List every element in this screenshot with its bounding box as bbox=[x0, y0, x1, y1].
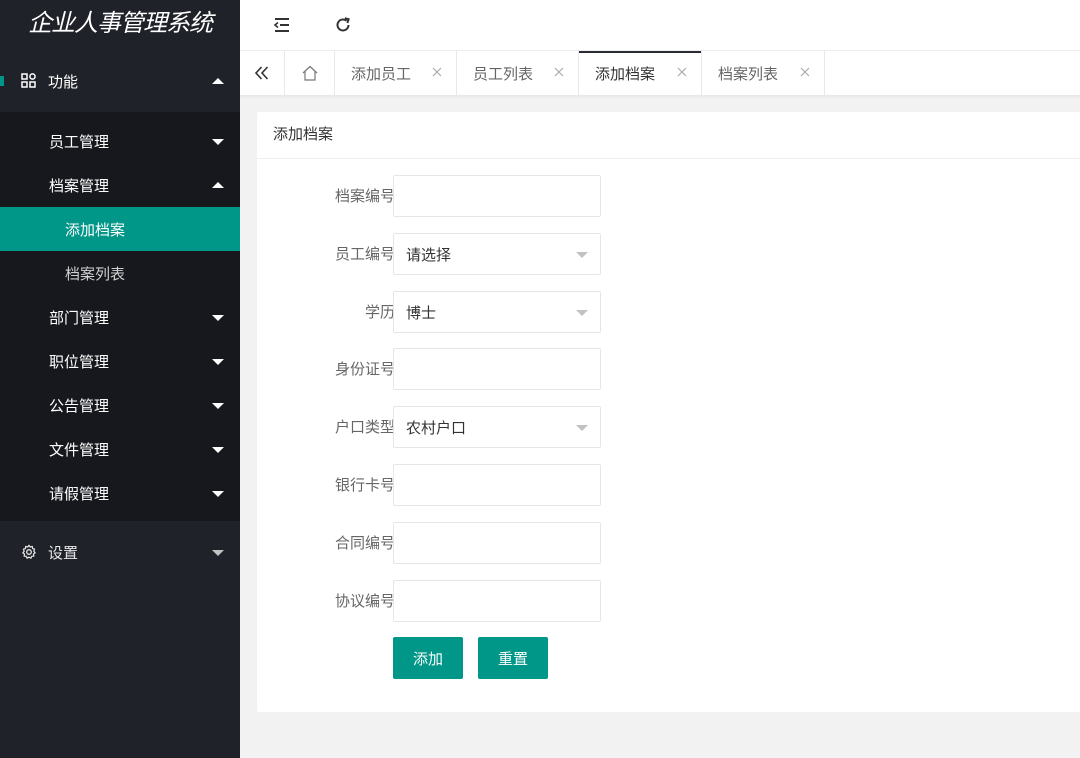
add-archive-card: 添加档案 档案编号 员工编号 请选择 学历 博士 身份证号 户口类型 农村户口 … bbox=[257, 112, 1080, 712]
menu-group-function-label: 功能 bbox=[48, 72, 79, 91]
agreement-no-input[interactable] bbox=[393, 580, 601, 622]
close-icon[interactable] bbox=[552, 65, 566, 79]
caret-up-icon bbox=[212, 78, 224, 84]
field-label: 学历 bbox=[364, 303, 395, 321]
chevron-down-icon bbox=[576, 252, 588, 258]
caret-down-icon bbox=[212, 139, 224, 145]
collapse-menu-icon[interactable] bbox=[269, 12, 295, 38]
menu-group-function[interactable]: 功能 bbox=[0, 50, 240, 112]
caret-down-icon bbox=[212, 491, 224, 497]
sidebar-item-label: 员工管理 bbox=[49, 132, 110, 151]
sidebar-item-leave[interactable]: 请假管理 bbox=[0, 471, 240, 515]
close-icon[interactable] bbox=[798, 65, 812, 79]
sidebar-item-label: 部门管理 bbox=[49, 308, 110, 327]
field-label: 银行卡号 bbox=[334, 476, 395, 494]
tab-add-archive[interactable]: 添加档案 bbox=[579, 51, 702, 95]
form-row-household-type: 户口类型 农村户口 bbox=[257, 406, 657, 448]
bank-card-input[interactable] bbox=[393, 464, 601, 506]
form-row-agreement-no: 协议编号 bbox=[257, 580, 657, 622]
caret-down-icon bbox=[212, 315, 224, 321]
form-row-archive-no: 档案编号 bbox=[257, 175, 657, 217]
field-label: 员工编号 bbox=[334, 245, 395, 263]
menu-group-settings[interactable]: 设置 bbox=[0, 521, 240, 583]
caret-up-icon bbox=[212, 182, 224, 188]
form-row-employee-no: 员工编号 请选择 bbox=[257, 233, 657, 275]
tabs-scroll-left-icon[interactable] bbox=[240, 51, 285, 95]
app-logo-title: 企业人事管理系统 bbox=[0, 0, 240, 50]
tab-archive-list[interactable]: 档案列表 bbox=[702, 51, 825, 95]
group-marker bbox=[0, 76, 4, 86]
caret-down-icon bbox=[212, 359, 224, 365]
apps-icon bbox=[20, 73, 38, 89]
caret-down-icon bbox=[212, 550, 224, 556]
card-title: 添加档案 bbox=[257, 112, 1080, 159]
form-row-bank-card: 银行卡号 bbox=[257, 464, 657, 506]
sidebar-item-department[interactable]: 部门管理 bbox=[0, 295, 240, 339]
top-header bbox=[240, 0, 1080, 51]
close-icon[interactable] bbox=[430, 65, 444, 79]
reset-button[interactable]: 重置 bbox=[478, 637, 548, 679]
sidebar-subitem-add-archive[interactable]: 添加档案 bbox=[0, 207, 240, 251]
tabs-bar: 添加员工 员工列表 添加档案 档案列表 bbox=[240, 51, 1080, 96]
tab-label: 添加员工 bbox=[351, 64, 412, 83]
tab-add-employee[interactable]: 添加员工 bbox=[335, 51, 457, 95]
sidebar: 企业人事管理系统 功能 员工管理 档案管理 添加档案 档案列表 部门管理 职位管… bbox=[0, 0, 240, 758]
form-row-id-card: 身份证号 bbox=[257, 348, 657, 390]
refresh-icon[interactable] bbox=[330, 12, 356, 38]
sidebar-item-label: 请假管理 bbox=[49, 484, 110, 503]
select-value: 农村户口 bbox=[406, 418, 467, 437]
field-label: 合同编号 bbox=[334, 534, 395, 552]
function-submenu: 员工管理 档案管理 添加档案 档案列表 部门管理 职位管理 公告管理 文件管理 … bbox=[0, 112, 240, 521]
sidebar-item-file[interactable]: 文件管理 bbox=[0, 427, 240, 471]
form-actions: 添加 重置 bbox=[257, 637, 657, 679]
field-label: 户口类型 bbox=[334, 418, 395, 436]
tab-employee-list[interactable]: 员工列表 bbox=[457, 51, 579, 95]
add-button[interactable]: 添加 bbox=[393, 637, 463, 679]
tab-label: 添加档案 bbox=[595, 64, 656, 83]
chevron-down-icon bbox=[576, 310, 588, 316]
caret-down-icon bbox=[212, 447, 224, 453]
field-label: 协议编号 bbox=[334, 592, 395, 610]
home-icon[interactable] bbox=[285, 51, 335, 95]
menu-group-settings-label: 设置 bbox=[48, 543, 79, 562]
close-icon[interactable] bbox=[675, 65, 689, 79]
tab-label: 档案列表 bbox=[718, 64, 779, 83]
sidebar-item-label: 文件管理 bbox=[49, 440, 110, 459]
field-label: 身份证号 bbox=[334, 360, 395, 378]
id-card-input[interactable] bbox=[393, 348, 601, 390]
sidebar-item-label: 公告管理 bbox=[49, 396, 110, 415]
household-type-select[interactable]: 农村户口 bbox=[393, 406, 601, 448]
employee-no-select[interactable]: 请选择 bbox=[393, 233, 601, 275]
sidebar-item-employee[interactable]: 员工管理 bbox=[0, 119, 240, 163]
sidebar-item-notice[interactable]: 公告管理 bbox=[0, 383, 240, 427]
form-row-contract-no: 合同编号 bbox=[257, 522, 657, 564]
sidebar-item-label: 档案管理 bbox=[49, 176, 110, 195]
education-select[interactable]: 博士 bbox=[393, 291, 601, 333]
caret-down-icon bbox=[212, 403, 224, 409]
field-label: 档案编号 bbox=[334, 187, 395, 205]
gear-icon bbox=[20, 544, 38, 560]
select-value: 请选择 bbox=[406, 245, 452, 264]
archive-no-input[interactable] bbox=[393, 175, 601, 217]
sidebar-item-label: 职位管理 bbox=[49, 352, 110, 371]
sidebar-item-archive[interactable]: 档案管理 bbox=[0, 163, 240, 207]
contract-no-input[interactable] bbox=[393, 522, 601, 564]
chevron-down-icon bbox=[576, 425, 588, 431]
select-value: 博士 bbox=[406, 303, 437, 322]
sidebar-subitem-archive-list[interactable]: 档案列表 bbox=[0, 251, 240, 295]
tab-label: 员工列表 bbox=[473, 64, 534, 83]
sidebar-item-position[interactable]: 职位管理 bbox=[0, 339, 240, 383]
form-row-education: 学历 博士 bbox=[257, 291, 657, 333]
